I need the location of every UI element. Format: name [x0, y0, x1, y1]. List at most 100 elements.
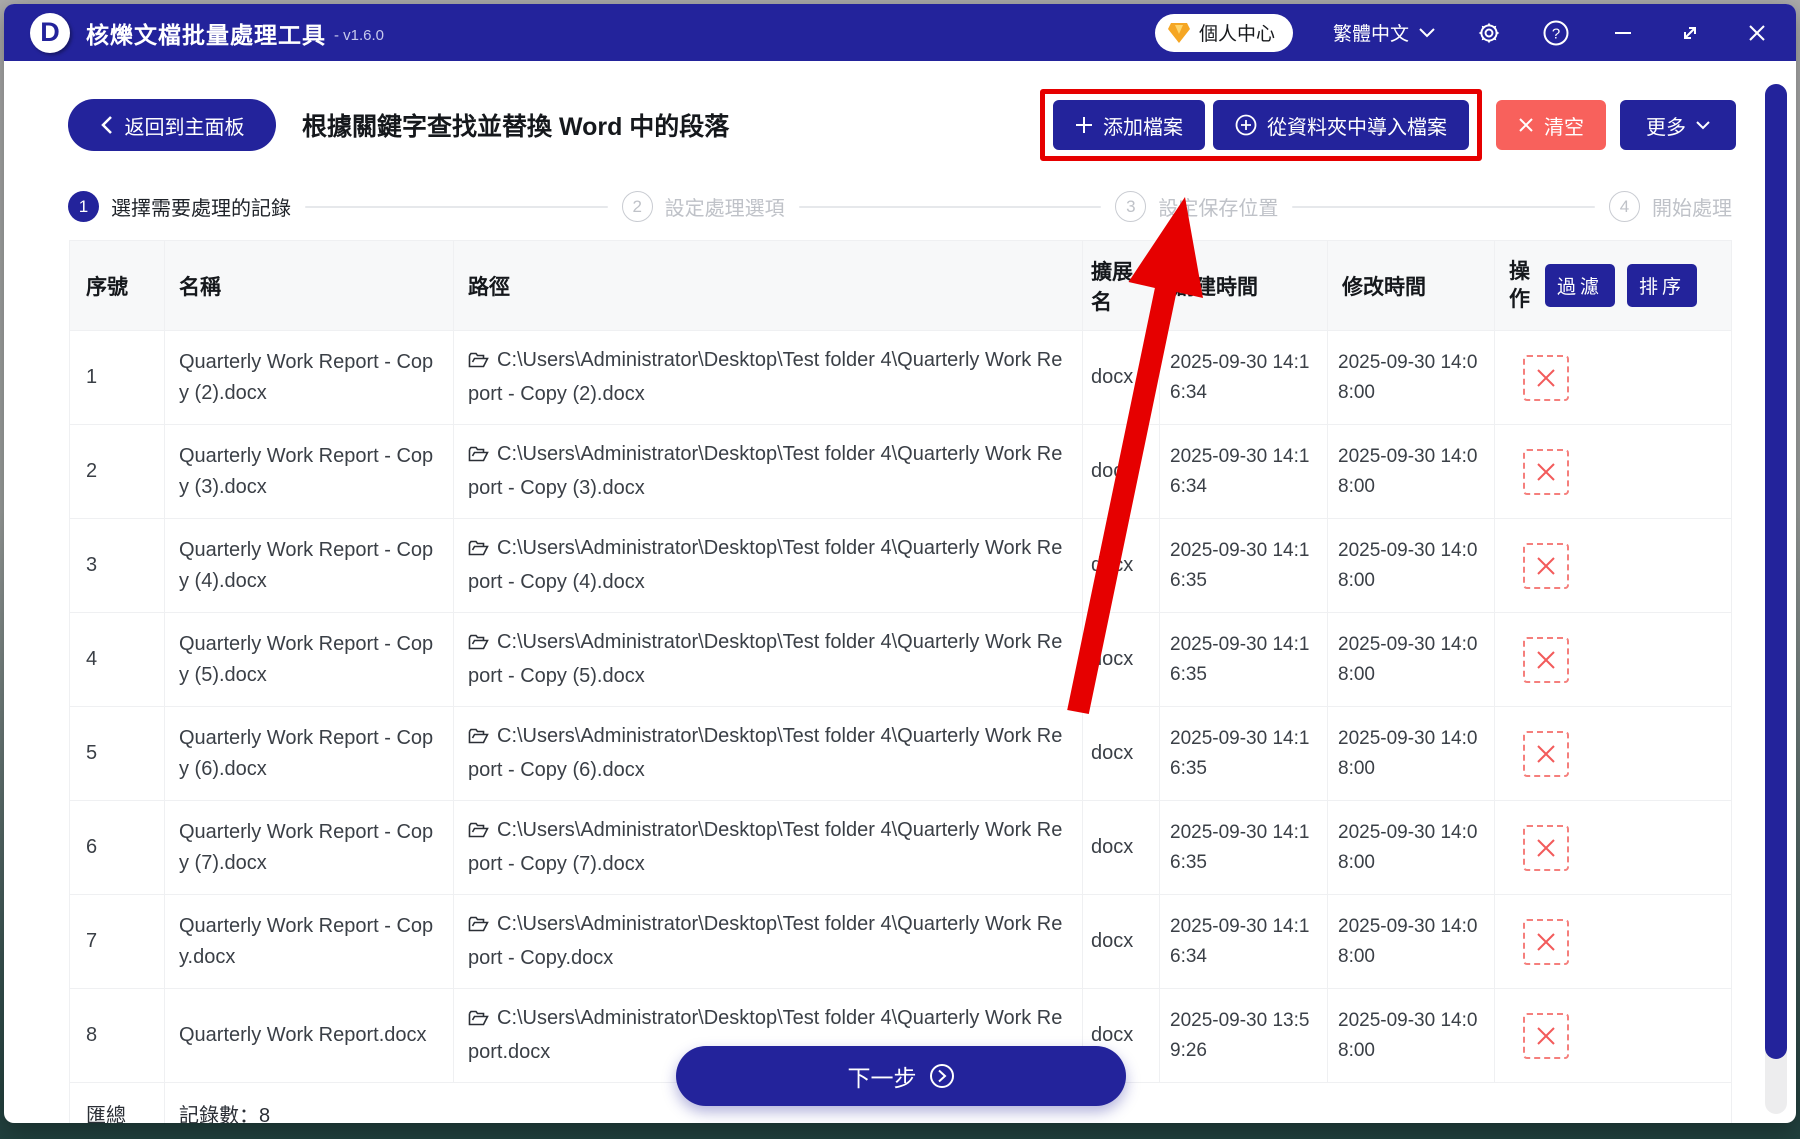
maximize-button[interactable] [1676, 19, 1703, 46]
cell-index: 1 [70, 331, 165, 425]
cell-actions [1495, 801, 1732, 895]
cell-index: 8 [70, 989, 165, 1083]
cell-name: Quarterly Work Report - Copy (7).docx [165, 801, 454, 895]
app-title: 核爍文檔批量處理工具 [86, 16, 326, 50]
folder-icon [468, 630, 489, 661]
step-connector [305, 206, 608, 208]
cell-extension: docx [1083, 425, 1160, 519]
app-version: - v1.6.0 [334, 27, 384, 44]
delete-row-button[interactable] [1523, 355, 1569, 401]
cell-created: 2025-09-30 14:16:35 [1160, 801, 1328, 895]
minimize-button[interactable] [1609, 19, 1636, 46]
close-button[interactable] [1743, 19, 1770, 46]
more-button[interactable]: 更多 [1620, 100, 1736, 150]
cell-extension: docx [1083, 895, 1160, 989]
settings-gear-icon[interactable] [1475, 19, 1502, 46]
filter-button[interactable]: 過濾 [1545, 264, 1615, 307]
help-icon[interactable]: ? [1542, 19, 1569, 46]
app-window: D 核爍文檔批量處理工具 - v1.6.0 個人中心 繁體中文 [4, 4, 1796, 1123]
import-from-folder-button[interactable]: 從資料夾中導入檔案 [1213, 100, 1469, 150]
step-connector [1292, 206, 1595, 208]
scrollbar-thumb[interactable] [1765, 84, 1787, 1059]
chevron-down-icon [1419, 28, 1435, 38]
table-header-row: 序號 名稱 路徑 擴展名 創建時間 修改時間 操作 過濾 排序 [70, 241, 1732, 331]
step-3-label: 設定保存位置 [1158, 192, 1278, 221]
step-1-number: 1 [68, 191, 99, 222]
personal-center-button[interactable]: 個人中心 [1155, 14, 1293, 52]
cell-index: 4 [70, 613, 165, 707]
folder-icon [468, 724, 489, 755]
header-index: 序號 [70, 241, 165, 331]
header-created: 創建時間 [1160, 241, 1328, 331]
desktop-background: D 核爍文檔批量處理工具 - v1.6.0 個人中心 繁體中文 [0, 0, 1800, 1139]
cell-extension: docx [1083, 331, 1160, 425]
delete-row-button[interactable] [1523, 543, 1569, 589]
delete-row-button[interactable] [1523, 919, 1569, 965]
cell-path: C:\Users\Administrator\Desktop\Test fold… [454, 425, 1083, 519]
file-table: 序號 名稱 路徑 擴展名 創建時間 修改時間 操作 過濾 排序 [69, 240, 1731, 1123]
step-3-number: 3 [1115, 191, 1146, 222]
cell-path: C:\Users\Administrator\Desktop\Test fold… [454, 895, 1083, 989]
cell-extension: docx [1083, 801, 1160, 895]
table-row: 3 Quarterly Work Report - Copy (4).docx … [70, 519, 1732, 613]
next-step-button[interactable]: 下一步 [676, 1046, 1126, 1106]
cell-created: 2025-09-30 14:16:34 [1160, 895, 1328, 989]
language-selector[interactable]: 繁體中文 [1333, 19, 1435, 46]
delete-row-button[interactable] [1523, 1013, 1569, 1059]
next-step-label: 下一步 [848, 1059, 917, 1093]
cell-created: 2025-09-30 14:16:34 [1160, 331, 1328, 425]
sort-button[interactable]: 排序 [1627, 264, 1697, 307]
cell-modified: 2025-09-30 14:08:00 [1328, 613, 1495, 707]
back-to-dashboard-button[interactable]: 返回到主面板 [68, 99, 276, 151]
cell-actions [1495, 707, 1732, 801]
header-actions: 操作 過濾 排序 [1495, 241, 1732, 331]
folder-icon [468, 442, 489, 473]
table-row: 5 Quarterly Work Report - Copy (6).docx … [70, 707, 1732, 801]
cell-created: 2025-09-30 14:16:35 [1160, 707, 1328, 801]
cell-modified: 2025-09-30 14:08:00 [1328, 989, 1495, 1083]
svg-text:?: ? [1551, 25, 1559, 42]
cell-path: C:\Users\Administrator\Desktop\Test fold… [454, 613, 1083, 707]
titlebar: D 核爍文檔批量處理工具 - v1.6.0 個人中心 繁體中文 [4, 4, 1796, 61]
cell-actions [1495, 331, 1732, 425]
header-path: 路徑 [454, 241, 1083, 331]
delete-row-button[interactable] [1523, 731, 1569, 777]
delete-row-button[interactable] [1523, 825, 1569, 871]
cell-index: 7 [70, 895, 165, 989]
page-header: 返回到主面板 根據關鍵字查找並替換 Word 中的段落 添加檔案 從資料夾中導入… [4, 61, 1796, 185]
cell-modified: 2025-09-30 14:08:00 [1328, 331, 1495, 425]
table-row: 2 Quarterly Work Report - Copy (3).docx … [70, 425, 1732, 519]
annotation-highlight-box: 添加檔案 從資料夾中導入檔案 [1040, 89, 1482, 161]
delete-row-button[interactable] [1523, 449, 1569, 495]
folder-icon [468, 1006, 489, 1037]
header-modified: 修改時間 [1328, 241, 1495, 331]
vip-diamond-icon [1167, 22, 1191, 44]
table-row: 4 Quarterly Work Report - Copy (5).docx … [70, 613, 1732, 707]
folder-icon [468, 348, 489, 379]
step-3: 3 設定保存位置 [1115, 191, 1278, 222]
cell-modified: 2025-09-30 14:08:00 [1328, 425, 1495, 519]
delete-row-button[interactable] [1523, 637, 1569, 683]
clear-button[interactable]: 清空 [1496, 100, 1606, 150]
add-files-button[interactable]: 添加檔案 [1053, 100, 1205, 150]
cell-path: C:\Users\Administrator\Desktop\Test fold… [454, 331, 1083, 425]
app-logo: D [30, 13, 70, 53]
folder-icon [468, 536, 489, 567]
cell-name: Quarterly Work Report - Copy (4).docx [165, 519, 454, 613]
cell-actions [1495, 895, 1732, 989]
cell-path: C:\Users\Administrator\Desktop\Test fold… [454, 801, 1083, 895]
step-1-label: 選擇需要處理的記錄 [111, 192, 291, 221]
cell-index: 5 [70, 707, 165, 801]
step-4-number: 4 [1609, 191, 1640, 222]
cell-name: Quarterly Work Report - Copy (5).docx [165, 613, 454, 707]
cell-extension: docx [1083, 613, 1160, 707]
step-4: 4 開始處理 [1609, 191, 1732, 222]
table-row: 1 Quarterly Work Report - Copy (2).docx … [70, 331, 1732, 425]
cell-created: 2025-09-30 14:16:35 [1160, 613, 1328, 707]
cell-index: 2 [70, 425, 165, 519]
folder-icon [468, 912, 489, 943]
cell-actions [1495, 519, 1732, 613]
header-extension: 擴展名 [1083, 241, 1160, 331]
summary-label: 匯總 [70, 1083, 165, 1124]
cell-created: 2025-09-30 14:16:35 [1160, 519, 1328, 613]
